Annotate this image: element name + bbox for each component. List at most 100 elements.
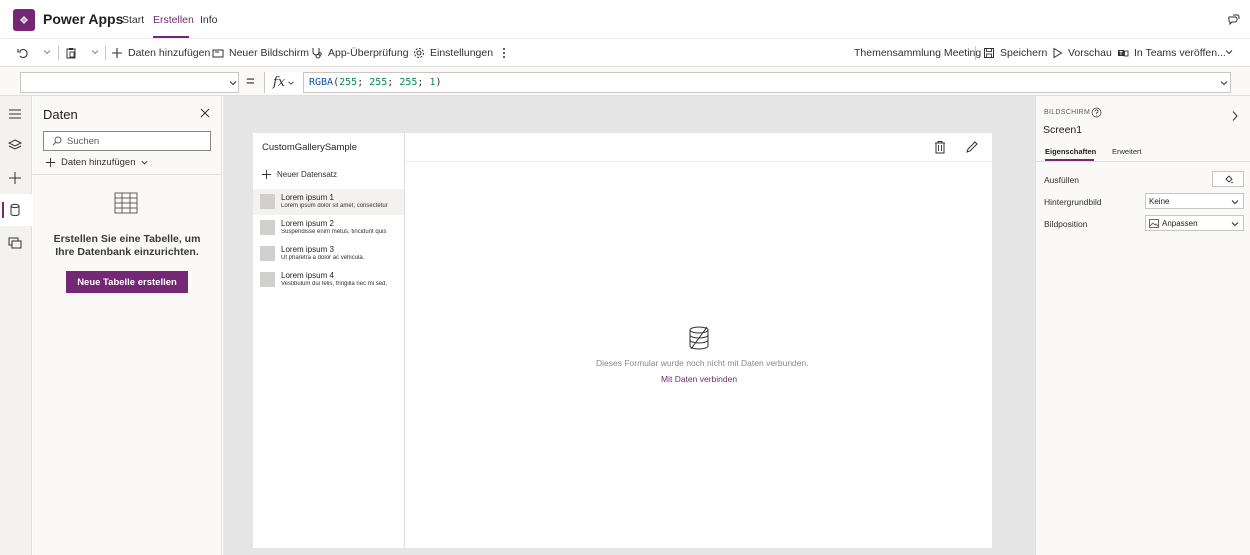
gallery-item-subtitle: Lorem ipsum dolor sit amet, consectetur <box>281 203 388 209</box>
save-label: Speichern <box>1000 47 1048 59</box>
settings-label: Einstellungen <box>430 47 494 59</box>
undo-icon <box>17 48 28 59</box>
background-image-label: Hintergrundbild <box>1044 197 1102 207</box>
tree-view-layers-icon[interactable] <box>8 139 22 152</box>
gallery-item-title: Lorem ipsum 4 <box>281 271 334 280</box>
paste-button[interactable] <box>65 47 77 59</box>
connect-data-link[interactable]: Mit Daten verbinden <box>661 374 737 384</box>
header-divider <box>405 161 992 162</box>
data-cylinder-icon[interactable] <box>8 203 22 217</box>
table-icon <box>114 192 138 214</box>
search-placeholder: Suchen <box>67 135 100 147</box>
tab-properties[interactable]: Eigenschaften <box>1045 147 1096 156</box>
formula-input[interactable]: RGBA(255; 255; 255; 1) <box>304 72 1231 93</box>
feedback-icon[interactable] <box>1227 13 1240 26</box>
new-record-label: Neuer Datensatz <box>277 170 338 179</box>
gear-icon <box>414 48 424 58</box>
rail-active-indicator <box>2 202 4 218</box>
save-button[interactable]: Speichern <box>983 47 1047 59</box>
gallery-item-title: Lorem ipsum 2 <box>281 219 334 228</box>
background-image-dropdown[interactable]: Keine <box>1145 193 1244 209</box>
preview-button[interactable]: Vorschau <box>1052 47 1112 59</box>
save-icon <box>984 48 994 58</box>
paste-dropdown-button[interactable] <box>90 47 100 57</box>
control-type-label: BILDSCHIRM <box>1044 109 1091 116</box>
app-check-button[interactable]: App-Überprüfung <box>311 47 409 59</box>
fx-icon: fx <box>272 75 286 90</box>
app-check-label: App-Überprüfung <box>328 47 409 59</box>
image-position-label: Bildposition <box>1044 219 1088 229</box>
search-input[interactable]: Suchen <box>43 131 211 151</box>
new-record-button[interactable]: Neuer Datensatz <box>261 169 337 180</box>
trash-icon[interactable] <box>934 140 946 154</box>
expand-formula-icon[interactable] <box>1219 78 1229 88</box>
undo-button[interactable] <box>17 47 29 59</box>
stethoscope-icon <box>312 48 322 59</box>
formula-arg: 255 <box>399 77 418 88</box>
tab-start[interactable]: Start <box>122 14 144 26</box>
fill-color-picker[interactable] <box>1212 171 1244 187</box>
hamburger-menu-icon[interactable] <box>8 108 22 120</box>
image-placeholder-icon <box>260 220 275 235</box>
properties-panel <box>1035 96 1250 555</box>
gallery-item-subtitle: Ut pharetra a dolor ac vehicula. <box>281 255 365 261</box>
edit-pencil-icon[interactable] <box>965 140 979 154</box>
tab-divider <box>1036 161 1250 162</box>
gallery-item[interactable]: Lorem ipsum 4 Vestibulum dui felis, frin… <box>253 267 404 293</box>
add-data-button[interactable]: Daten hinzufügen <box>111 47 210 59</box>
toolbar-divider <box>58 46 59 60</box>
left-rail <box>0 96 32 555</box>
formula-function: RGBA <box>309 77 334 88</box>
undo-dropdown-button[interactable] <box>42 47 52 57</box>
property-dropdown[interactable] <box>20 72 239 93</box>
new-table-button[interactable]: Neue Tabelle erstellen <box>66 271 188 293</box>
toolbar-divider <box>105 46 106 60</box>
gallery-item-subtitle: Vestibulum dui felis, fringilla nec mi s… <box>281 281 388 287</box>
chevron-down-icon <box>1231 222 1239 227</box>
tab-info[interactable]: Info <box>200 14 218 26</box>
image-placeholder-icon <box>260 246 275 261</box>
formula-arg: 255 <box>339 77 358 88</box>
plus-icon <box>112 48 122 58</box>
settings-button[interactable]: Einstellungen <box>413 47 493 59</box>
image-placeholder-icon <box>260 272 275 287</box>
gallery-item[interactable]: Lorem ipsum 2 Suspendisse enim metus, ti… <box>253 215 404 241</box>
toolbar-divider <box>975 46 976 60</box>
more-options-button[interactable] <box>500 47 508 59</box>
chevron-right-icon[interactable] <box>1231 110 1239 122</box>
image-icon <box>1149 218 1159 228</box>
image-position-value: Anpassen <box>1162 218 1198 228</box>
app-name-label[interactable]: Themensammlung Meeting <box>854 47 981 59</box>
active-tab-indicator <box>153 36 189 38</box>
gallery-item-subtitle: Suspendisse enim metus, tincidunt quis <box>281 229 387 235</box>
chevron-down-icon <box>229 81 237 86</box>
screen-icon <box>212 49 224 58</box>
new-screen-button[interactable]: Neuer Bildschirm <box>212 47 309 59</box>
form-empty-message: Dieses Formular wurde noch nicht mit Dat… <box>596 358 809 368</box>
insert-plus-icon[interactable] <box>8 171 22 185</box>
tab-erstellen[interactable]: Erstellen <box>153 14 194 26</box>
help-circle-icon[interactable] <box>1091 107 1102 118</box>
preview-label: Vorschau <box>1068 47 1112 59</box>
add-data-label: Daten hinzufügen <box>128 47 211 59</box>
fx-button[interactable]: fx <box>264 72 304 93</box>
fill-label: Ausfüllen <box>1044 175 1079 185</box>
image-position-dropdown[interactable]: Anpassen <box>1145 215 1244 231</box>
close-icon[interactable] <box>199 107 211 119</box>
publish-dropdown-button[interactable] <box>1224 47 1234 57</box>
paint-bucket-icon <box>1225 175 1233 184</box>
control-name: Screen1 <box>1043 124 1083 136</box>
add-data-dropdown[interactable]: Daten hinzufügen <box>45 157 149 168</box>
media-icon[interactable] <box>8 236 22 250</box>
gallery-title[interactable]: CustomGallerySample <box>262 142 357 153</box>
tab-advanced[interactable]: Erweitert <box>1112 147 1142 156</box>
plus-icon <box>261 169 272 180</box>
add-data-dropdown-label: Daten hinzufügen <box>61 157 136 168</box>
gallery-item[interactable]: Lorem ipsum 3 Ut pharetra a dolor ac veh… <box>253 241 404 267</box>
equals-sign: = <box>246 73 255 90</box>
chevron-down-icon <box>1231 200 1239 205</box>
teams-icon <box>1118 50 1129 57</box>
publish-teams-button[interactable]: In Teams veröffen... <box>1117 47 1226 59</box>
gallery-item[interactable]: Lorem ipsum 1 Lorem ipsum dolor sit amet… <box>253 189 404 215</box>
chevron-down-icon <box>43 50 51 55</box>
